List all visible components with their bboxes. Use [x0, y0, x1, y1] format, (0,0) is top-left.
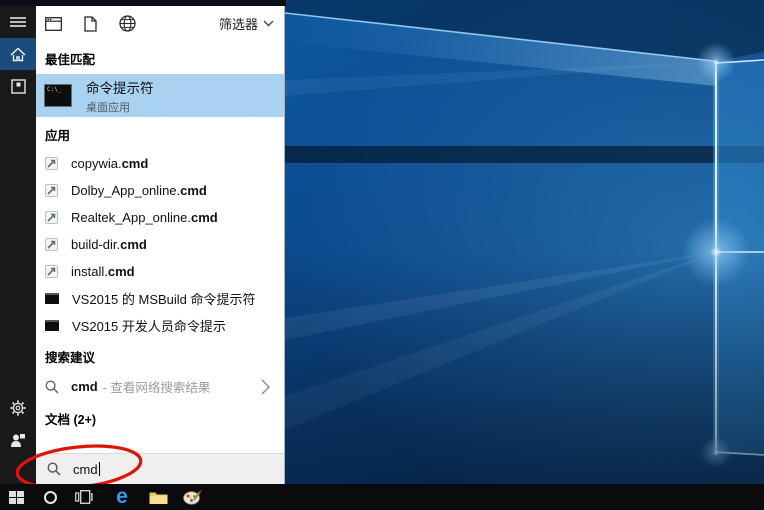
- console-window-icon: [45, 320, 59, 331]
- web-filter-icon[interactable]: [116, 13, 138, 35]
- app-result[interactable]: copywia.cmd: [36, 150, 284, 177]
- search-results-pane: 筛选器 最佳匹配 C:\_ 命令提示符 桌面应用 应用 copywia.cmd: [36, 6, 285, 484]
- cortana-circle-icon: [44, 491, 57, 504]
- start-button[interactable]: [4, 485, 28, 509]
- search-icon: [45, 380, 59, 394]
- notebook-icon: [11, 79, 26, 94]
- suggestion-hint: - 查看网络搜索结果: [103, 377, 211, 396]
- start-windows-icon: [9, 491, 24, 504]
- edge-browser-button[interactable]: e: [110, 485, 134, 509]
- app-result[interactable]: VS2015 开发人员命令提示: [36, 312, 284, 339]
- filter-dropdown[interactable]: 筛选器: [219, 14, 274, 33]
- app-result[interactable]: VS2015 的 MSBuild 命令提示符: [36, 285, 284, 312]
- home-icon: [10, 47, 26, 62]
- windows-desktop-screen: 筛选器 最佳匹配 C:\_ 命令提示符 桌面应用 应用 copywia.cmd: [0, 0, 764, 510]
- cortana-button[interactable]: [38, 485, 62, 509]
- sidebar-home-button[interactable]: [0, 38, 36, 70]
- search-icon: [47, 462, 61, 476]
- suggestion-query: cmd: [71, 379, 98, 394]
- task-view-button[interactable]: [72, 485, 96, 509]
- feedback-person-icon: [10, 433, 26, 448]
- cmd-file-icon: [45, 157, 58, 170]
- start-search-panel: 筛选器 最佳匹配 C:\_ 命令提示符 桌面应用 应用 copywia.cmd: [0, 0, 286, 484]
- search-sidebar: [0, 6, 36, 484]
- apps-header: 应用: [36, 117, 284, 150]
- best-match-header: 最佳匹配: [36, 41, 284, 74]
- sidebar-feedback-button[interactable]: [0, 424, 36, 456]
- text-caret: [99, 462, 100, 476]
- sidebar-settings-button[interactable]: [0, 392, 36, 424]
- file-explorer-button[interactable]: [146, 485, 170, 509]
- best-match-title: 命令提示符: [86, 77, 154, 97]
- chevron-right-icon: [261, 379, 270, 395]
- hamburger-menu-icon[interactable]: [0, 6, 36, 38]
- settings-gear-icon: [10, 400, 26, 416]
- search-filter-bar: 筛选器: [36, 6, 284, 41]
- search-input[interactable]: cmd: [36, 453, 284, 484]
- sidebar-notebook-button[interactable]: [0, 70, 36, 102]
- best-match-result[interactable]: C:\_ 命令提示符 桌面应用: [36, 74, 284, 117]
- web-search-suggestion[interactable]: cmd - 查看网络搜索结果: [36, 372, 284, 401]
- search-suggestions-header: 搜索建议: [36, 339, 284, 372]
- app-result[interactable]: build-dir.cmd: [36, 231, 284, 258]
- cmd-file-icon: [45, 238, 58, 251]
- edge-browser-icon: e: [116, 487, 128, 507]
- taskbar: e: [0, 484, 764, 510]
- task-view-icon: [75, 490, 93, 504]
- best-match-subtitle: 桌面应用: [86, 99, 154, 115]
- filter-label: 筛选器: [219, 14, 258, 33]
- console-window-icon: C:\_: [44, 84, 72, 107]
- console-window-icon: [45, 293, 59, 304]
- paint-app-icon: [183, 489, 202, 505]
- paint-app-button[interactable]: [180, 485, 204, 509]
- file-explorer-folder-icon: [149, 490, 168, 505]
- documents-filter-icon[interactable]: [79, 13, 101, 35]
- chevron-down-icon: [263, 20, 274, 27]
- app-result[interactable]: Realtek_App_online.cmd: [36, 204, 284, 231]
- app-result[interactable]: install.cmd: [36, 258, 284, 285]
- cmd-file-icon: [45, 265, 58, 278]
- cmd-file-icon: [45, 211, 58, 224]
- app-result[interactable]: Dolby_App_online.cmd: [36, 177, 284, 204]
- cmd-file-icon: [45, 184, 58, 197]
- apps-filter-icon[interactable]: [42, 13, 64, 35]
- search-query-text: cmd: [73, 462, 98, 477]
- documents-header: 文档 (2+): [36, 401, 284, 434]
